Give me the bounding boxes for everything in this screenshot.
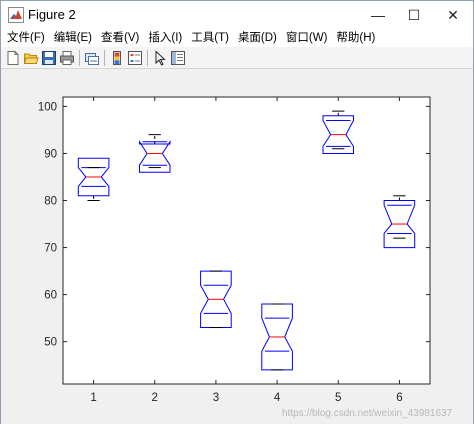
figure-window: Figure 2 — ☐ ✕ 文件(F) 编辑(E) 查看(V) 插入(I) 工… <box>0 0 474 424</box>
x-tick-label: 2 <box>152 392 158 404</box>
x-tick-label: 1 <box>90 392 96 404</box>
figure-canvas: 50 60 70 80 90 100 1 2 3 4 5 6 https://blog.csdn.ne… <box>1 70 473 424</box>
x-tick-label: 6 <box>396 392 402 404</box>
y-tick-label: 60 <box>44 290 57 302</box>
y-tick-label: 50 <box>44 337 57 349</box>
close-button[interactable]: ✕ <box>435 1 471 29</box>
y-tick-label: 70 <box>44 243 57 255</box>
menu-bar: 文件(F) 编辑(E) 查看(V) 插入(I) 工具(T) 桌面(D) 窗口(W… <box>1 29 473 47</box>
link-icon[interactable] <box>84 50 100 66</box>
insert-legend-icon[interactable] <box>127 50 143 66</box>
box-plot: 50 60 70 80 90 100 1 2 3 4 5 6 <box>38 96 431 404</box>
menu-help[interactable]: 帮助(H) <box>333 29 378 47</box>
new-figure-icon[interactable] <box>5 50 21 66</box>
toolbar-separator <box>79 50 80 66</box>
y-tick-label: 80 <box>44 196 57 208</box>
toolbar-separator <box>104 50 105 66</box>
menu-edit[interactable]: 编辑(E) <box>51 29 95 47</box>
menu-view[interactable]: 查看(V) <box>98 29 142 47</box>
property-inspector-icon[interactable] <box>170 50 186 66</box>
watermark-text: https://blog.csdn.net/weixin_43981637 <box>282 408 453 419</box>
x-tick-label: 4 <box>274 392 281 404</box>
print-icon[interactable] <box>59 50 75 66</box>
save-icon[interactable] <box>41 50 57 66</box>
maximize-button[interactable]: ☐ <box>396 1 432 29</box>
x-tick-label: 3 <box>213 392 219 404</box>
menu-insert[interactable]: 插入(I) <box>145 29 185 47</box>
pointer-icon[interactable] <box>152 50 168 66</box>
menu-file[interactable]: 文件(F) <box>4 29 48 47</box>
menu-tools[interactable]: 工具(T) <box>188 29 232 47</box>
title-bar: Figure 2 — ☐ ✕ <box>1 1 473 29</box>
menu-window[interactable]: 窗口(W) <box>283 29 331 47</box>
toolbar <box>1 47 473 69</box>
y-tick-label: 90 <box>44 148 57 160</box>
x-tick-label: 5 <box>335 392 341 404</box>
menu-desktop[interactable]: 桌面(D) <box>235 29 280 47</box>
y-tick-label: 100 <box>38 101 57 113</box>
insert-colorbar-icon[interactable] <box>109 50 125 66</box>
window-title: Figure 2 <box>28 7 76 22</box>
matlab-logo-icon <box>8 7 24 23</box>
toolbar-separator <box>147 50 148 66</box>
minimize-button[interactable]: — <box>360 1 396 29</box>
axes-background <box>63 97 430 384</box>
open-file-icon[interactable] <box>23 50 39 66</box>
